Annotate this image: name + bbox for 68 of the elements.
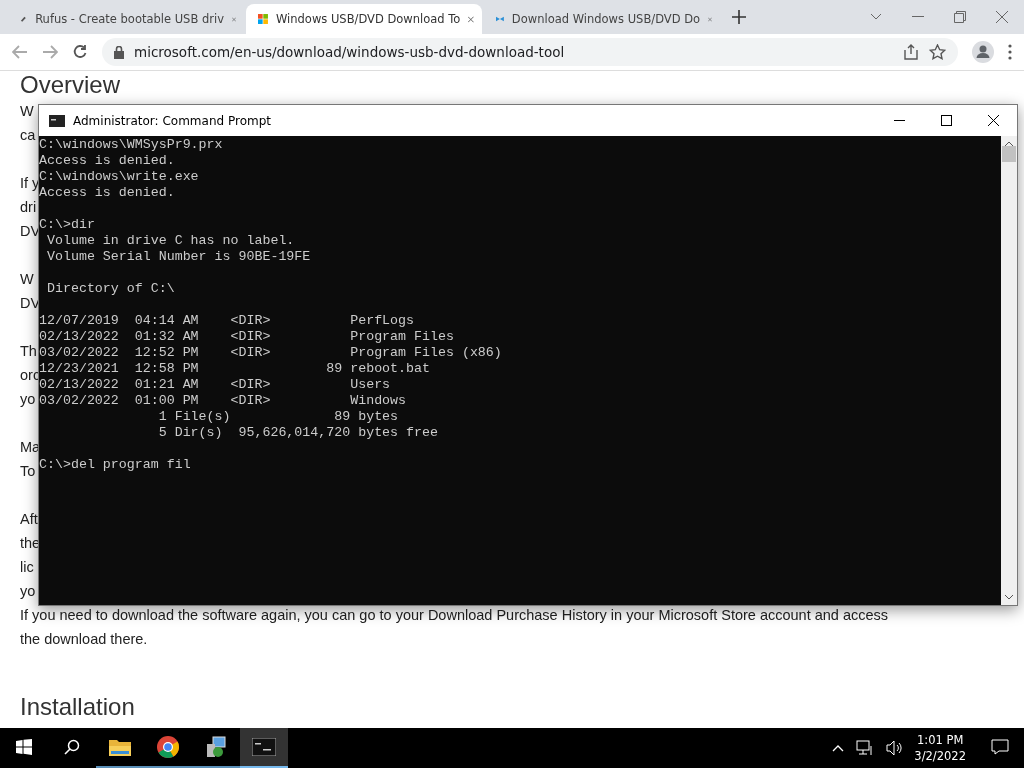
console-line: C:\windows\WMSysPr9.prx xyxy=(39,137,224,153)
scroll-thumb[interactable] xyxy=(1002,146,1016,162)
taskbar-app[interactable] xyxy=(240,728,288,768)
text-fragment: W xyxy=(20,270,34,289)
console-line: C:\>dir xyxy=(39,217,96,233)
maximize-icon[interactable] xyxy=(941,115,952,126)
close-icon[interactable] xyxy=(988,115,999,126)
window-title: Administrator: Command Prompt xyxy=(73,113,271,128)
menu-icon[interactable] xyxy=(1008,44,1012,60)
star-icon[interactable] xyxy=(929,44,946,60)
browser-tab[interactable]: Download Windows USB/DVD Do xyxy=(484,4,720,34)
paragraph-line: If you need to download the software again, you can go to your Download Purchase History in your Microsoft Store account and access xyxy=(20,606,889,625)
clock[interactable]: 1:01 PM 3/2/2022 xyxy=(904,728,976,768)
volume-icon[interactable] xyxy=(886,740,905,756)
new-tab-icon[interactable] xyxy=(732,10,746,24)
clock-time: 1:01 PM xyxy=(917,732,964,748)
console-icon xyxy=(49,114,65,127)
console-line: Access is denied. xyxy=(39,185,176,201)
text-fragment: ca xyxy=(20,126,36,145)
text-fragment: yo xyxy=(20,582,36,601)
console-line: Access is denied. xyxy=(39,153,176,169)
reload-icon[interactable] xyxy=(72,44,88,60)
lock-icon xyxy=(114,45,124,59)
clock-date: 3/2/2022 xyxy=(914,748,966,764)
console-line: 12/23/2021 12:58 PM 89 reboot.bat xyxy=(39,361,431,377)
windows-logo-icon xyxy=(258,11,268,27)
share-icon[interactable] xyxy=(903,44,919,60)
console-line: 02/13/2022 01:21 AM <DIR> Users xyxy=(39,377,392,393)
speech-bubble-icon xyxy=(991,739,1009,755)
browser-tab[interactable]: Windows USB/DVD Download To xyxy=(246,4,482,34)
paragraph-line: the download there. xyxy=(20,630,148,649)
console-line: 1 File(s) 89 bytes xyxy=(157,409,400,425)
chevron-up-icon[interactable] xyxy=(832,744,845,752)
console-line: 12/07/2019 04:14 AM <DIR> PerfLogs xyxy=(39,313,416,329)
text-fragment: lic xyxy=(20,558,34,577)
network-icon[interactable] xyxy=(856,740,875,756)
url-text: microsoft.com/en-us/download/windows-usb-dvd-download-tool xyxy=(134,44,565,60)
address-bar[interactable]: microsoft.com/en-us/download/windows-usb-dvd-download-tool xyxy=(102,38,958,66)
windows-logo-icon xyxy=(16,739,32,755)
console-line: C:\>del program fil xyxy=(39,457,192,473)
control-panel-icon xyxy=(205,736,227,758)
console-line: Directory of C:\ xyxy=(45,281,176,297)
chrome-icon xyxy=(157,736,179,758)
folder-icon xyxy=(109,738,131,756)
console-line: 03/02/2022 01:00 PM <DIR> Windows xyxy=(39,393,408,409)
console-line: 03/02/2022 12:52 PM <DIR> Program Files (x86) xyxy=(39,345,503,361)
section-heading: Overview xyxy=(20,71,122,99)
scrollbar[interactable] xyxy=(1001,136,1017,605)
console-line: Volume Serial Number is 90BE-19FE xyxy=(45,249,312,265)
text-fragment: dri xyxy=(20,198,37,217)
text-fragment: Aft xyxy=(20,510,38,529)
console-line: C:\windows\write.exe xyxy=(39,169,200,185)
search-icon xyxy=(64,739,80,755)
text-fragment: yo xyxy=(20,390,36,409)
section-heading: Installation xyxy=(20,693,136,721)
text-fragment: orc xyxy=(20,367,41,383)
console-line: 5 Dir(s) 95,626,014,720 bytes free xyxy=(157,425,439,441)
restore-icon[interactable] xyxy=(954,11,966,23)
chevron-down-icon[interactable] xyxy=(870,13,882,21)
browser-tab[interactable]: Rufus - Create bootable USB driv xyxy=(8,4,244,34)
text-fragment: Th xyxy=(20,342,37,361)
minimize-icon[interactable] xyxy=(894,119,905,122)
console-icon xyxy=(252,738,276,756)
text-fragment: W xyxy=(20,102,34,121)
console-line: 02/13/2022 01:32 AM <DIR> Program Files xyxy=(39,329,455,345)
text-fragment: To xyxy=(20,462,36,481)
console-line: Volume in drive C has no label. xyxy=(45,233,296,249)
profile-icon[interactable] xyxy=(972,41,994,63)
